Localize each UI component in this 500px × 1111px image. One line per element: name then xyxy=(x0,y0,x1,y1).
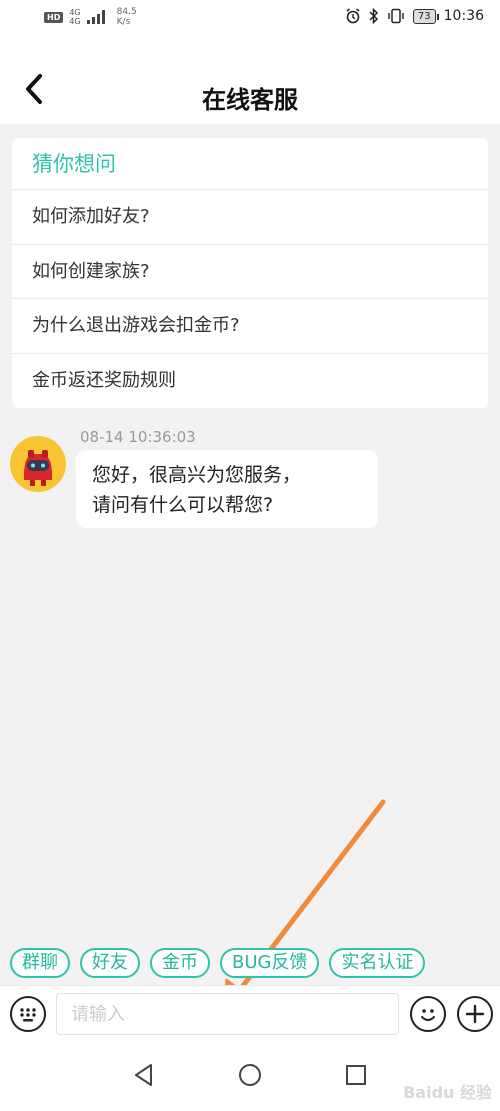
nav-home-button[interactable] xyxy=(237,1062,263,1088)
network-type-bottom: 4G xyxy=(69,17,81,26)
network-speed: 84.5 K/s xyxy=(117,7,137,27)
emoji-button[interactable] xyxy=(410,996,446,1032)
keyboard-icon xyxy=(20,1008,36,1022)
nav-back-button[interactable] xyxy=(131,1062,157,1088)
input-bar xyxy=(0,985,500,1040)
faq-item-quit-game-coins[interactable]: 为什么退出游戏会扣金币? xyxy=(12,299,488,354)
faq-item-coin-refund-rules[interactable]: 金币返还奖励规则 xyxy=(12,354,488,409)
plus-button[interactable] xyxy=(457,996,493,1032)
status-bar: HD 4G 4G 84.5 K/s 73 10:36 xyxy=(0,0,500,40)
emoji-icon xyxy=(421,1009,435,1021)
header: 在线客服 xyxy=(0,40,500,124)
message-input[interactable] xyxy=(56,993,399,1035)
message-bubble: 您好，很高兴为您服务， 请问有什么可以帮您? xyxy=(76,450,378,528)
network-labels: 4G 4G xyxy=(69,8,80,26)
message-timestamp: 08-14 10:36:03 xyxy=(80,428,196,446)
speed-value: 84.5 xyxy=(116,7,137,17)
tag-coins[interactable]: 金币 xyxy=(150,948,210,978)
tag-friends[interactable]: 好友 xyxy=(80,948,140,978)
signal-icon xyxy=(86,10,105,24)
message-line-2: 请问有什么可以帮您? xyxy=(92,494,274,516)
faq-item-create-family[interactable]: 如何创建家族? xyxy=(12,245,488,299)
tag-real-name-verification[interactable]: 实名认证 xyxy=(329,948,426,978)
nav-home-icon xyxy=(239,1064,261,1086)
hd-badge: HD xyxy=(44,11,64,23)
status-left: HD 4G 4G 84.5 K/s xyxy=(44,7,137,27)
clock: 10:36 xyxy=(443,8,484,24)
system-nav-bar: Baidu 经验 xyxy=(0,1040,500,1111)
agent-avatar[interactable] xyxy=(10,436,66,492)
robot-avatar-icon xyxy=(10,436,66,492)
alarm-icon xyxy=(346,8,360,24)
tag-group-chat[interactable]: 群聊 xyxy=(10,948,70,978)
page-title: 在线客服 xyxy=(202,86,298,114)
faq-title: 猜你想问 xyxy=(12,138,488,190)
plus-icon xyxy=(465,1004,485,1024)
nav-recent-icon xyxy=(346,1065,366,1085)
battery-indicator: 73 xyxy=(412,8,439,24)
nav-back-icon xyxy=(135,1064,152,1086)
faq-card: 猜你想问 如何添加好友? 如何创建家族? 为什么退出游戏会扣金币? 金币返还奖励… xyxy=(12,138,488,408)
keyboard-button[interactable] xyxy=(10,996,46,1032)
speed-unit: K/s xyxy=(116,17,131,27)
bluetooth-icon xyxy=(369,8,378,24)
watermark: Baidu 经验 xyxy=(403,1083,492,1102)
status-right: 73 10:36 xyxy=(345,8,484,24)
quick-tags: 群聊 好友 金币 BUG反馈 实名认证 xyxy=(10,948,426,978)
network-type-top: 4G xyxy=(69,8,81,17)
vibrate-icon xyxy=(388,8,404,24)
tag-bug-feedback[interactable]: BUG反馈 xyxy=(220,948,320,978)
faq-item-add-friend[interactable]: 如何添加好友? xyxy=(12,190,488,245)
message-line-1: 您好，很高兴为您服务， xyxy=(92,464,302,486)
nav-recent-button[interactable] xyxy=(343,1062,369,1088)
